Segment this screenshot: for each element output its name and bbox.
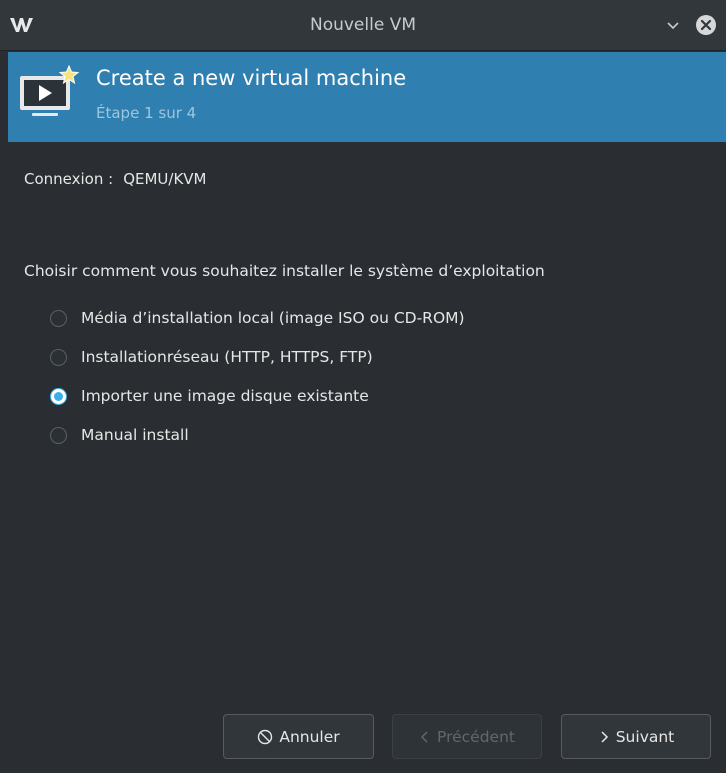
back-label: Précédent <box>437 727 515 746</box>
connection-info: Connexion : QEMU/KVM <box>24 170 207 188</box>
radio-button-selected[interactable] <box>50 387 67 405</box>
radio-button[interactable] <box>50 309 67 327</box>
radio-button[interactable] <box>50 348 67 366</box>
radio-label: Importer une image disque existante <box>81 387 369 405</box>
new-vm-window: Nouvelle VM Create a new virtual machine… <box>0 0 726 773</box>
next-button[interactable]: Suivant <box>561 714 711 759</box>
radio-label: Installationréseau (HTTP, HTTPS, FTP) <box>81 348 373 366</box>
radio-button[interactable] <box>50 426 67 444</box>
connection-value: QEMU/KVM <box>123 170 207 188</box>
back-button[interactable]: Précédent <box>392 714 542 759</box>
cancel-label: Annuler <box>279 727 340 746</box>
radio-option-manual-install[interactable]: Manual install <box>50 422 189 448</box>
cancel-icon <box>257 729 273 745</box>
cancel-button[interactable]: Annuler <box>223 714 374 759</box>
radio-label: Média d’installation local (image ISO ou… <box>81 309 465 327</box>
radio-option-network-install[interactable]: Installationréseau (HTTP, HTTPS, FTP) <box>50 344 373 370</box>
title-bar[interactable]: Nouvelle VM <box>0 0 726 51</box>
window-title: Nouvelle VM <box>309 15 417 35</box>
chevron-left-icon <box>419 730 431 744</box>
next-label: Suivant <box>615 727 675 746</box>
wizard-content: Connexion : QEMU/KVM Choisir comment vous… <box>8 142 726 773</box>
connection-label: Connexion : <box>24 170 114 188</box>
close-icon[interactable] <box>695 14 717 36</box>
chevron-right-icon <box>598 730 610 744</box>
banner-title: Create a new virtual machine <box>96 66 407 90</box>
step-indicator: Étape 1 sur 4 <box>96 104 197 122</box>
chevron-down-icon[interactable] <box>666 18 680 32</box>
radio-option-import-disk[interactable]: Importer une image disque existante <box>50 383 369 409</box>
new-vm-icon <box>20 64 80 116</box>
install-method-question: Choisir comment vous souhaitez installer… <box>24 262 545 280</box>
radio-label: Manual install <box>81 426 189 444</box>
header-banner: Create a new virtual machine Étape 1 sur… <box>8 52 726 142</box>
radio-option-local-media[interactable]: Média d’installation local (image ISO ou… <box>50 305 465 331</box>
